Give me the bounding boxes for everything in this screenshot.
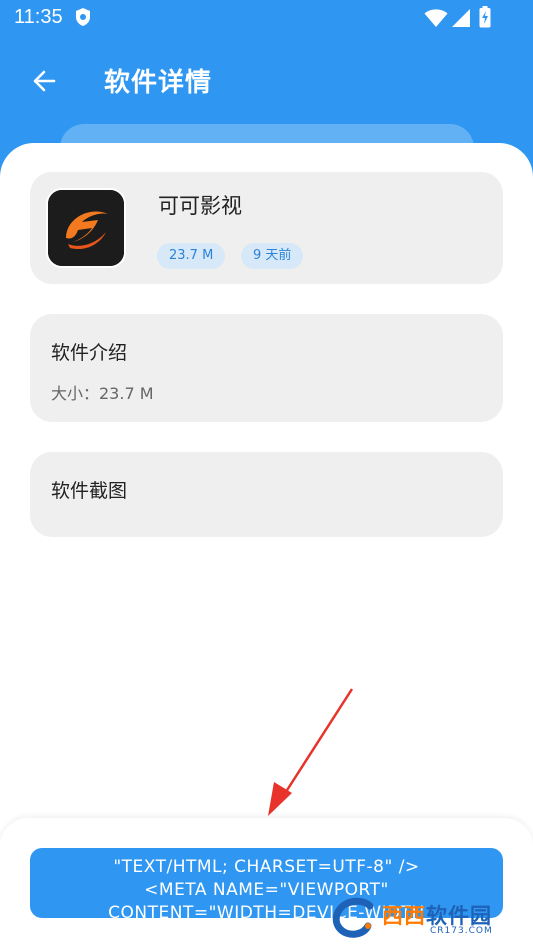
- back-button[interactable]: [28, 64, 62, 98]
- battery-charging-icon: [479, 6, 491, 28]
- watermark-c-icon: [332, 897, 374, 938]
- status-time: 11:35: [14, 6, 63, 28]
- arrow-left-icon: [33, 70, 56, 92]
- intro-card: 软件介绍 大小：23.7 M: [30, 314, 503, 422]
- watermark-logo: 西西软件园 CR173.COM: [330, 896, 520, 940]
- screenshots-card: 软件截图: [30, 452, 503, 537]
- app-info-card: 可可影视 23.7 M 9 天前: [30, 172, 503, 284]
- intro-title: 软件介绍: [51, 342, 128, 364]
- screenshots-title: 软件截图: [51, 480, 128, 502]
- app-logo-icon: [46, 188, 126, 268]
- annotation-arrow: [268, 688, 354, 816]
- watermark-sub: CR173.COM: [430, 926, 493, 936]
- app-name: 可可影视: [158, 194, 242, 218]
- date-badge: 9 天前: [241, 243, 304, 269]
- app-bar: 软件详情: [0, 36, 533, 126]
- intro-size-text: 大小：23.7 M: [51, 384, 154, 403]
- download-button-line1: "TEXT/HTML; CHARSET=UTF-8" />: [113, 857, 420, 877]
- status-bar: 11:35: [0, 0, 533, 36]
- page-title: 软件详情: [104, 68, 213, 98]
- wifi-icon: [424, 9, 448, 27]
- size-badge: 23.7 M: [157, 243, 226, 269]
- shield-icon: [76, 8, 90, 26]
- signal-icon: [452, 9, 470, 27]
